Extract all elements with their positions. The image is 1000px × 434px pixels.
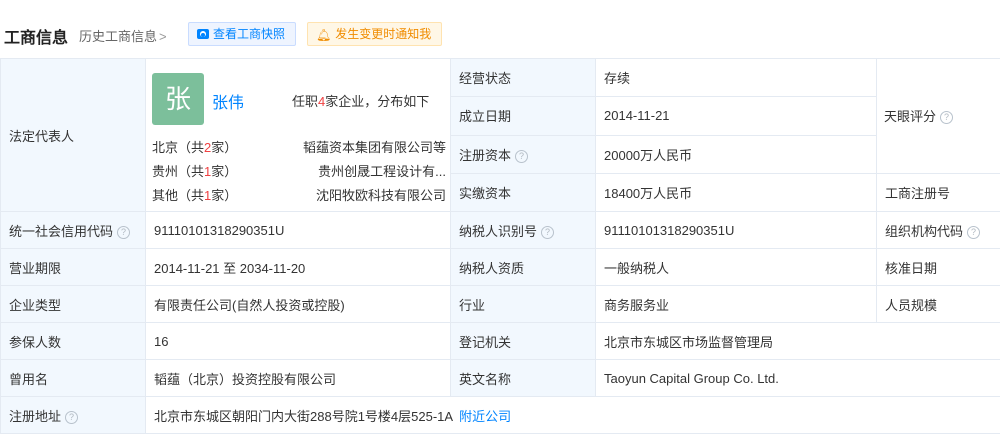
- bell-icon: 🔔︎: [316, 24, 331, 46]
- region-other-company[interactable]: 沈阳牧欧科技有限公司: [316, 185, 446, 204]
- credit-code-label-cell: 统一社会信用代码?: [1, 212, 146, 249]
- reg-capital-label: 注册资本: [459, 148, 511, 163]
- snapshot-button[interactable]: 查看工商快照: [188, 22, 296, 46]
- english-name-label: 英文名称: [451, 360, 596, 397]
- industry-label: 行业: [451, 286, 596, 323]
- approve-label: 核准日期: [877, 249, 1000, 286]
- legal-rep-cell: 张 张伟 任职4家企业，分布如下 北京（共2家） 韬蕴资本集团有限公司等 贵州（…: [146, 59, 451, 212]
- help-icon[interactable]: ?: [541, 226, 554, 239]
- region-beijing[interactable]: 北京（共2家）: [152, 137, 237, 156]
- credit-code-value: 91110101318290351U: [146, 212, 451, 249]
- paid-capital-value: 18400万人民币: [596, 173, 877, 211]
- taxpayer-id-label: 纳税人识别号: [459, 224, 537, 239]
- credit-code-label: 统一社会信用代码: [9, 224, 113, 239]
- reg-capital-label-cell: 注册资本?: [451, 135, 596, 173]
- help-icon[interactable]: ?: [940, 111, 953, 124]
- business-info-table: 法定代表人 张 张伟 任职4家企业，分布如下 北京（共2家） 韬蕴资本集团有限公…: [0, 58, 1000, 434]
- region-beijing-company[interactable]: 韬蕴资本集团有限公司等: [303, 137, 446, 156]
- former-name-value: 韬蕴（北京）投资控股有限公司: [146, 360, 451, 397]
- status-value: 存续: [596, 59, 877, 97]
- founded-label: 成立日期: [451, 97, 596, 135]
- taxpayer-id-value: 91110101318290351U: [596, 212, 877, 249]
- insured-value: 16: [146, 323, 451, 360]
- reg-no-label: 工商注册号: [877, 173, 1000, 211]
- address-value: 北京市东城区朝阳门内大街288号院1号楼4层525-1A: [154, 409, 453, 424]
- avatar[interactable]: 张: [152, 73, 204, 125]
- org-code-label: 组织机构代码: [885, 224, 963, 239]
- company-type-label: 企业类型: [1, 286, 146, 323]
- help-icon[interactable]: ?: [515, 150, 528, 163]
- region-guizhou-company[interactable]: 贵州创晟工程设计有...: [318, 161, 446, 180]
- registry-label: 登记机关: [451, 323, 596, 360]
- region-other[interactable]: 其他（共1家）: [152, 185, 237, 204]
- org-code-label-cell: 组织机构代码?: [877, 212, 1000, 249]
- holds-summary: 任职4家企业，分布如下: [292, 91, 429, 110]
- paid-capital-label: 实缴资本: [451, 173, 596, 211]
- legal-rep-name[interactable]: 张伟: [212, 89, 244, 113]
- founded-value: 2014-11-21: [596, 97, 877, 135]
- snapshot-label: 查看工商快照: [213, 27, 285, 41]
- address-label-cell: 注册地址?: [1, 397, 146, 434]
- nearby-companies-link[interactable]: 附近公司: [459, 409, 511, 424]
- taxpayer-type-value: 一般纳税人: [596, 249, 877, 286]
- term-label: 营业期限: [1, 249, 146, 286]
- reg-capital-value: 20000万人民币: [596, 135, 877, 173]
- history-label: 历史工商信息: [79, 29, 157, 44]
- help-icon[interactable]: ?: [117, 226, 130, 239]
- tianyan-score-label-wrap: 天眼评分?: [884, 106, 953, 125]
- staff-label: 人员规模: [877, 286, 1000, 323]
- help-icon[interactable]: ?: [967, 226, 980, 239]
- registry-value: 北京市东城区市场监督管理局: [596, 323, 1000, 360]
- former-name-label: 曾用名: [1, 360, 146, 397]
- insured-label: 参保人数: [1, 323, 146, 360]
- chevron-right-icon: >: [159, 29, 167, 44]
- legal-rep-label: 法定代表人: [1, 59, 146, 212]
- camera-icon: [197, 29, 209, 39]
- term-value: 2014-11-21 至 2034-11-20: [146, 249, 451, 286]
- taxpayer-type-label: 纳税人资质: [451, 249, 596, 286]
- address-label: 注册地址: [9, 409, 61, 424]
- taxpayer-id-label-cell: 纳税人识别号?: [451, 212, 596, 249]
- section-title: 工商信息: [4, 24, 68, 48]
- address-cell: 北京市东城区朝阳门内大街288号院1号楼4层525-1A 附近公司: [146, 397, 1000, 434]
- english-name-value: Taoyun Capital Group Co. Ltd.: [596, 360, 1000, 397]
- help-icon[interactable]: ?: [65, 411, 78, 424]
- industry-value: 商务服务业: [596, 286, 877, 323]
- status-label: 经营状态: [451, 59, 596, 97]
- notify-button[interactable]: 🔔︎ 发生变更时通知我: [307, 22, 442, 46]
- tianyan-score-label: 天眼评分: [884, 109, 936, 124]
- section-header: 工商信息 历史工商信息> 查看工商快照 🔔︎ 发生变更时通知我: [0, 0, 1000, 58]
- history-link[interactable]: 历史工商信息>: [79, 26, 167, 45]
- company-type-value: 有限责任公司(自然人投资或控股): [146, 286, 451, 323]
- notify-label: 发生变更时通知我: [335, 27, 431, 41]
- region-guizhou[interactable]: 贵州（共1家）: [152, 161, 237, 180]
